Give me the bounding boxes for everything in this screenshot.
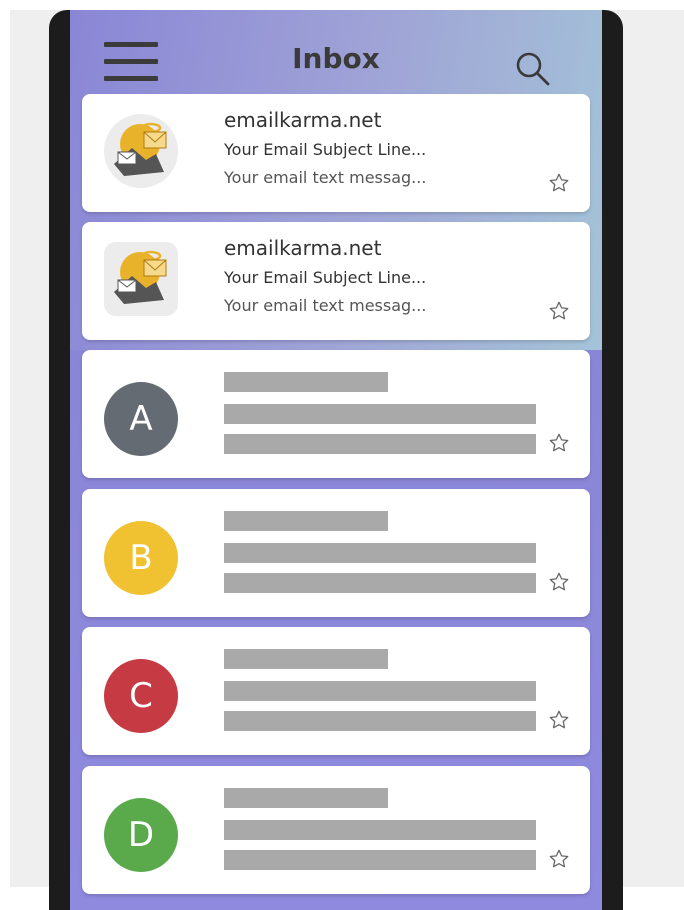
placeholder-bar [224,404,536,424]
placeholder-list-item[interactable]: D [82,766,590,894]
placeholder-bar [224,788,388,808]
emailkarma-logo-icon [104,114,178,188]
email-preview: Your email text messag... [224,296,427,315]
star-outline-icon[interactable] [548,848,570,870]
phone-screen: Inbox emailkarma.net Your Email Subject … [70,10,602,910]
star-outline-icon[interactable] [548,571,570,593]
placeholder-list-item[interactable]: B [82,489,590,617]
search-icon[interactable] [514,50,554,90]
placeholder-bar [224,434,536,454]
placeholder-bar [224,711,536,731]
placeholder-bar [224,850,536,870]
placeholder-list-item[interactable]: A [82,350,590,478]
email-subject: Your Email Subject Line... [224,140,427,159]
star-outline-icon[interactable] [548,432,570,454]
placeholder-bar [224,372,388,392]
sender-name: emailkarma.net [224,108,382,132]
email-subject: Your Email Subject Line... [224,268,427,287]
email-list-item[interactable]: emailkarma.net Your Email Subject Line..… [82,94,590,212]
sender-name: emailkarma.net [224,236,382,260]
placeholder-bar [224,820,536,840]
avatar: A [104,382,178,456]
email-preview: Your email text messag... [224,168,427,187]
star-outline-icon[interactable] [548,709,570,731]
placeholder-bar [224,681,536,701]
avatar: D [104,798,178,872]
placeholder-bar [224,511,388,531]
avatar: B [104,521,178,595]
star-outline-icon[interactable] [548,172,570,194]
star-outline-icon[interactable] [548,300,570,322]
app-header: Inbox [70,10,602,95]
placeholder-list-item[interactable]: C [82,627,590,755]
emailkarma-logo-icon [104,242,178,316]
avatar: C [104,659,178,733]
email-list-item[interactable]: emailkarma.net Your Email Subject Line..… [82,222,590,340]
placeholder-bar [224,649,388,669]
placeholder-bar [224,543,536,563]
placeholder-bar [224,573,536,593]
